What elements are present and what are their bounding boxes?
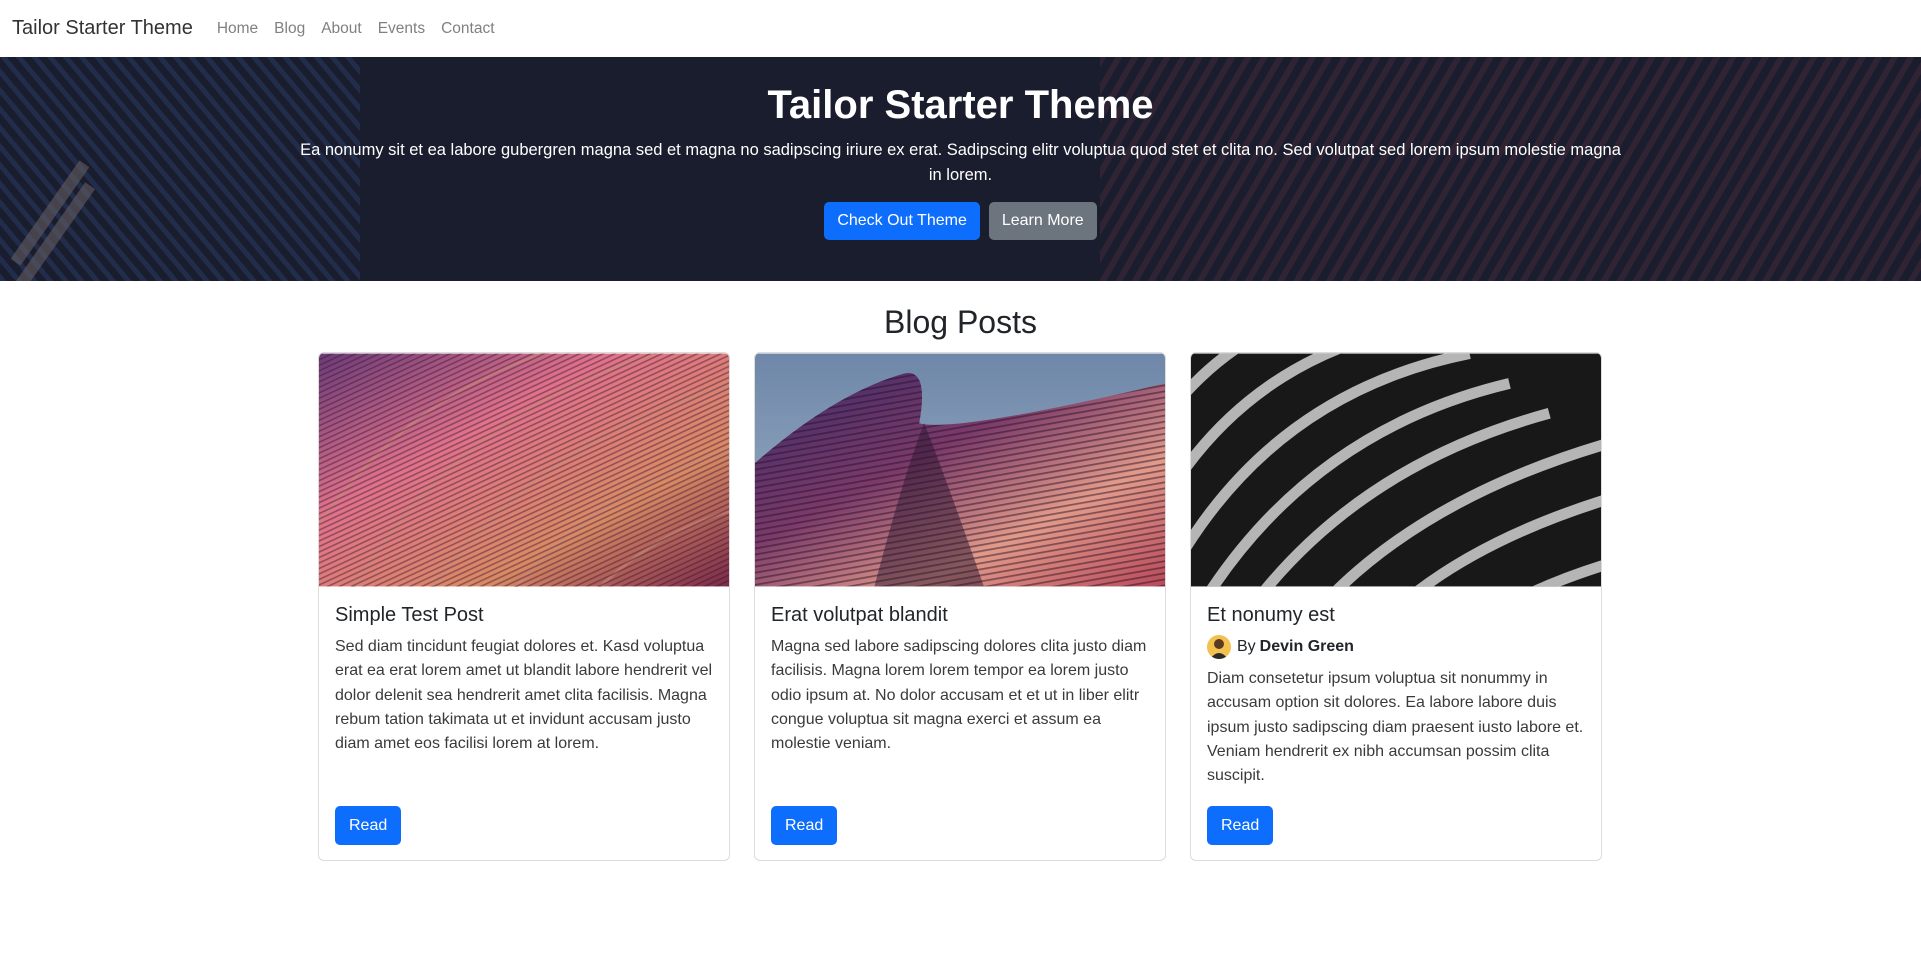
navbar: Tailor Starter Theme Home Blog About Eve…	[0, 0, 1921, 57]
blog-card: Erat volutpat blandit Magna sed labore s…	[754, 352, 1166, 861]
card-body: Simple Test Post Sed diam tincidunt feug…	[319, 587, 729, 756]
nav-link-about[interactable]: About	[321, 20, 362, 38]
brand-link[interactable]: Tailor Starter Theme	[12, 17, 193, 40]
post-image-wave	[755, 353, 1165, 587]
read-button[interactable]: Read	[1207, 806, 1274, 845]
learn-more-button[interactable]: Learn More	[988, 202, 1097, 240]
hero-title: Tailor Starter Theme	[767, 83, 1154, 127]
post-title[interactable]: Erat volutpat blandit	[771, 604, 1149, 627]
post-title[interactable]: Simple Test Post	[335, 604, 713, 627]
nav-link-contact[interactable]: Contact	[441, 20, 494, 38]
post-title[interactable]: Et nonumy est	[1207, 604, 1585, 627]
nav-links: Home Blog About Events Contact	[217, 20, 495, 38]
post-author: By Devin Green	[1207, 635, 1585, 659]
read-button[interactable]: Read	[335, 806, 402, 845]
check-out-theme-button[interactable]: Check Out Theme	[824, 202, 980, 240]
hero-description: Ea nonumy sit et ea labore gubergren mag…	[300, 141, 1621, 184]
blog-card: Simple Test Post Sed diam tincidunt feug…	[318, 352, 730, 861]
blog-card: Et nonumy est By Devin Green Diam conset…	[1190, 352, 1602, 861]
card-body: Et nonumy est By Devin Green Diam conset…	[1191, 587, 1601, 788]
read-button[interactable]: Read	[771, 806, 838, 845]
blog-cards: Simple Test Post Sed diam tincidunt feug…	[318, 352, 1603, 861]
nav-link-events[interactable]: Events	[378, 20, 425, 38]
author-avatar	[1207, 635, 1231, 659]
blog-section-title: Blog Posts	[884, 304, 1037, 340]
hero-buttons: Check Out Theme Learn More	[0, 202, 1921, 240]
author-name: Devin Green	[1259, 638, 1354, 655]
post-image-fan	[319, 353, 729, 587]
post-excerpt: Sed diam tincidunt feugiat dolores et. K…	[335, 638, 713, 753]
post-image-arcs	[1191, 353, 1601, 587]
nav-link-home[interactable]: Home	[217, 20, 258, 38]
nav-link-blog[interactable]: Blog	[274, 20, 305, 38]
hero-content: Tailor Starter Theme Ea nonumy sit et ea…	[0, 57, 1921, 281]
author-prefix: By	[1237, 638, 1256, 655]
post-excerpt: Magna sed labore sadipscing dolores clit…	[771, 638, 1147, 753]
hero-banner: Tailor Starter Theme Ea nonumy sit et ea…	[0, 57, 1921, 281]
post-excerpt: Diam consetetur ipsum voluptua sit nonum…	[1207, 670, 1584, 785]
card-body: Erat volutpat blandit Magna sed labore s…	[755, 587, 1165, 756]
